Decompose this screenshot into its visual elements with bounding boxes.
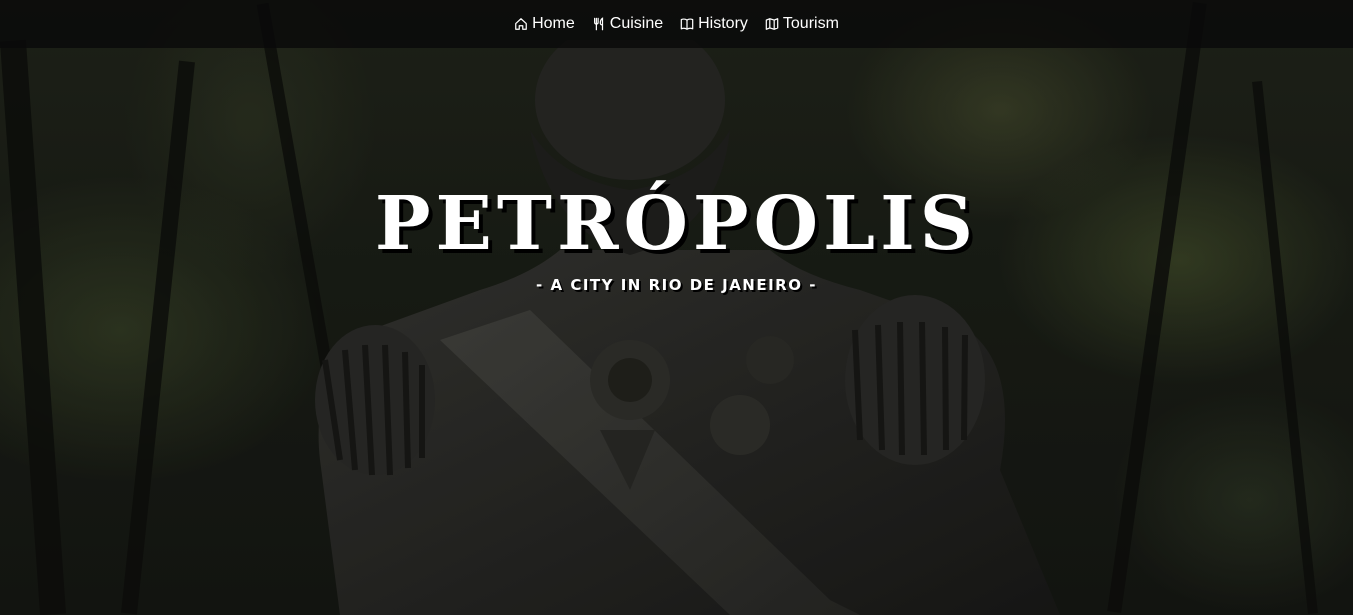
nav-cuisine-label: Cuisine <box>609 15 664 32</box>
nav-history-label: History <box>698 15 748 32</box>
nav-cuisine-link[interactable]: Cuisine <box>592 16 663 32</box>
home-icon <box>514 17 528 31</box>
hero-section: Home Cuisine History Tourism PETRÓPOLIS … <box>0 0 1353 615</box>
fork-knife-icon <box>592 17 606 31</box>
book-icon <box>680 17 694 31</box>
nav-tourism-label: Tourism <box>782 15 839 32</box>
nav-home-link[interactable]: Home <box>514 16 575 32</box>
map-icon <box>765 17 779 31</box>
page-title: PETRÓPOLIS <box>374 181 979 267</box>
page-subtitle: - A CITY IN RIO DE JANEIRO - <box>536 276 817 294</box>
nav-tourism-link[interactable]: Tourism <box>765 16 839 32</box>
nav-home-label: Home <box>532 15 575 32</box>
dark-overlay <box>0 0 1353 615</box>
top-navbar: Home Cuisine History Tourism <box>0 0 1353 48</box>
hero-text: PETRÓPOLIS - A CITY IN RIO DE JANEIRO - <box>0 178 1353 294</box>
nav-history-link[interactable]: History <box>680 16 748 32</box>
